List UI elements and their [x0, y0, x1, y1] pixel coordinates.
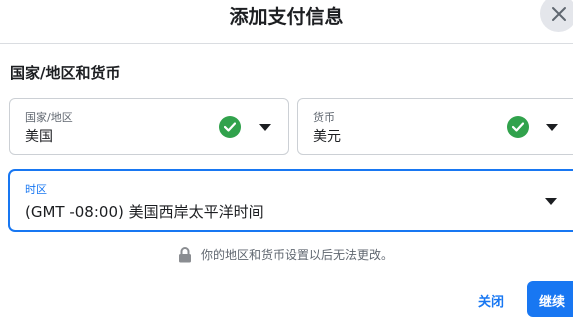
timezone-value: (GMT -08:00) 美国西岸太平洋时间 — [25, 203, 264, 221]
country-label: 国家/地区 — [25, 111, 73, 124]
country-select[interactable]: 国家/地区 美国 — [9, 98, 289, 155]
close-link-button[interactable]: 关闭 — [478, 291, 504, 310]
timezone-select[interactable]: 时区 (GMT -08:00) 美国西岸太平洋时间 — [9, 170, 573, 231]
continue-button[interactable]: 继续 — [527, 281, 573, 317]
currency-value: 美元 — [313, 129, 341, 145]
lock-icon — [179, 246, 191, 262]
chevron-down-icon — [259, 124, 271, 131]
dialog-header: 添加支付信息 — [0, 0, 573, 44]
currency-label: 货币 — [313, 111, 335, 124]
timezone-label: 时区 — [25, 183, 47, 196]
note-text: 你的地区和货币设置以后无法更改。 — [201, 248, 394, 262]
chevron-down-icon — [546, 124, 558, 131]
dialog-title: 添加支付信息 — [229, 6, 344, 28]
payment-info-dialog: 添加支付信息 国家/地区和货币 国家/地区 美国 货币 美元 时区 (GMT -… — [0, 0, 573, 324]
check-circle-icon — [219, 116, 241, 138]
check-circle-icon — [507, 116, 529, 138]
currency-select[interactable]: 货币 美元 — [297, 98, 573, 155]
chevron-down-icon — [545, 198, 557, 205]
country-value: 美国 — [25, 129, 53, 145]
currency-lock-note: 你的地区和货币设置以后无法更改。 — [178, 246, 393, 263]
close-icon — [551, 6, 566, 21]
section-heading: 国家/地区和货币 — [10, 64, 121, 82]
